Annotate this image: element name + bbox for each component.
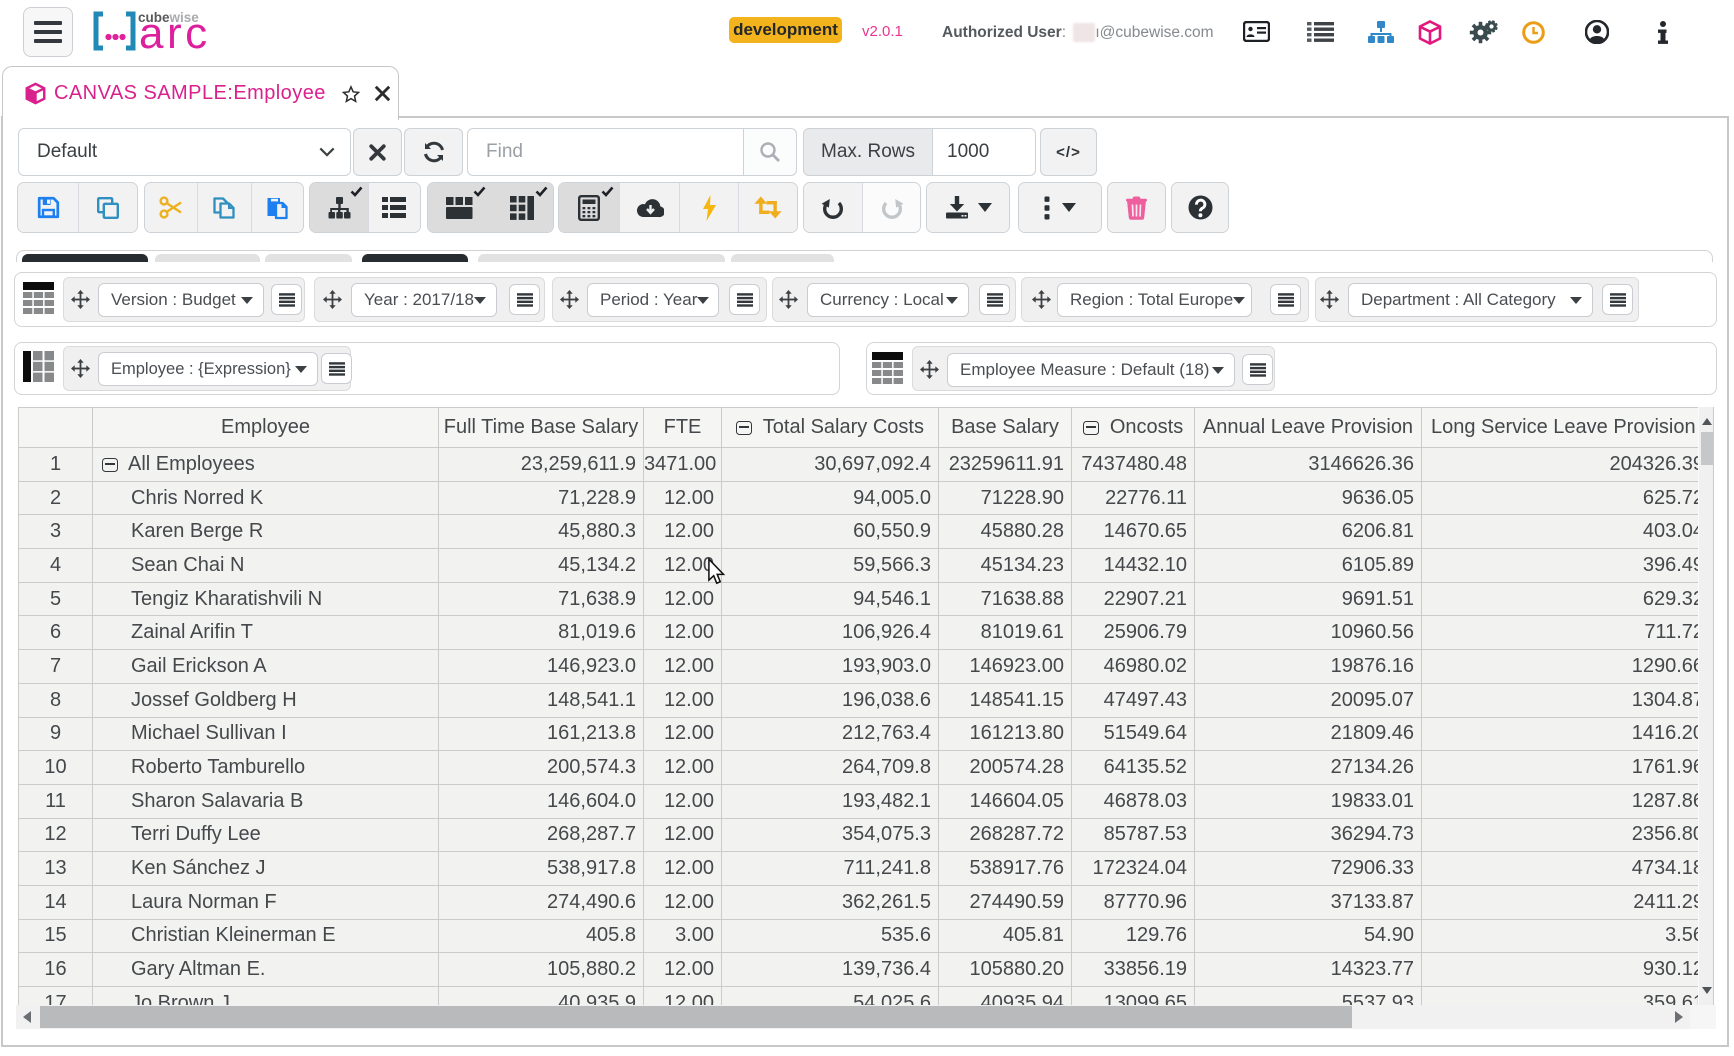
svg-text:arc: arc xyxy=(139,11,211,53)
